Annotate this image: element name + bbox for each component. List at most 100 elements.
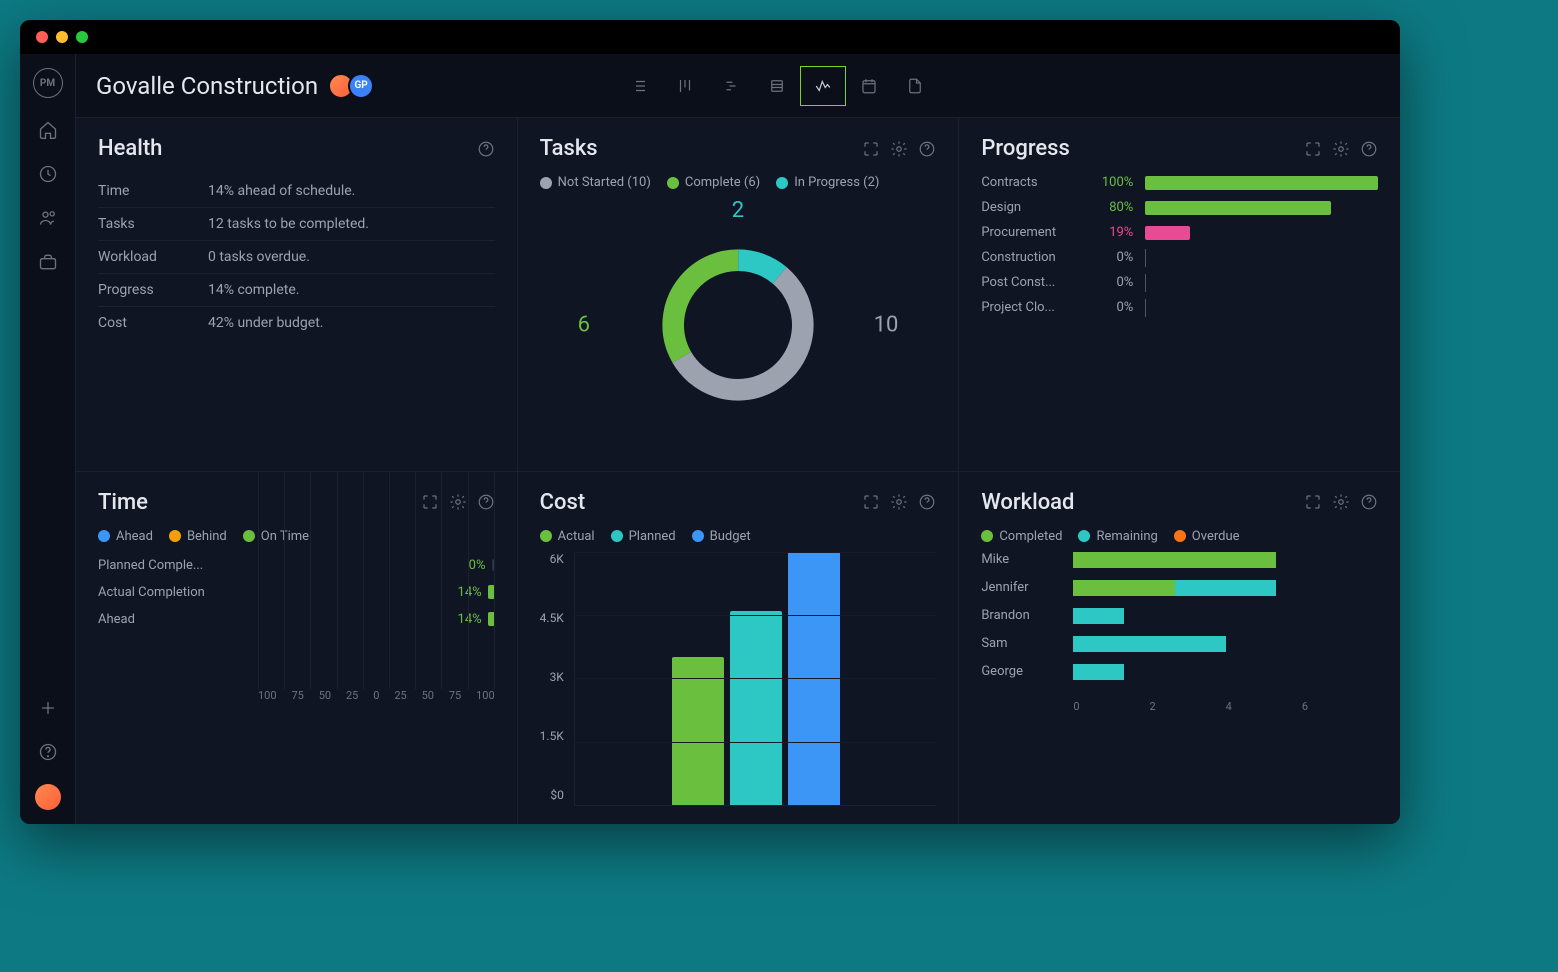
gear-icon[interactable] xyxy=(890,140,908,158)
panel-workload: Workload Completed Remaining Overdue xyxy=(959,472,1400,825)
time-label: Planned Comple... xyxy=(98,558,248,573)
app-logo[interactable]: PM xyxy=(33,68,63,98)
legend-item: Budget xyxy=(692,529,751,544)
health-label: Time xyxy=(98,183,208,199)
progress-percent: 0% xyxy=(1089,275,1133,290)
workload-bar xyxy=(1073,552,1378,568)
project-title: Govalle Construction xyxy=(96,72,318,100)
expand-icon[interactable] xyxy=(1304,140,1322,158)
help-icon[interactable] xyxy=(36,740,60,764)
legend-item: Complete (6) xyxy=(667,175,760,190)
gantt-view-icon[interactable] xyxy=(708,66,754,106)
health-value: 14% ahead of schedule. xyxy=(208,183,355,199)
health-label: Workload xyxy=(98,249,208,265)
legend-label: Budget xyxy=(710,529,751,544)
axis-tick: 6K xyxy=(550,552,564,566)
people-icon[interactable] xyxy=(36,206,60,230)
help-icon[interactable] xyxy=(477,493,495,511)
time-percent: 14% xyxy=(446,585,482,600)
help-icon[interactable] xyxy=(1360,493,1378,511)
legend-item: On Time xyxy=(243,529,309,544)
help-icon[interactable] xyxy=(477,140,495,158)
axis-tick: 50 xyxy=(319,689,331,702)
time-row: Ahead 14% xyxy=(98,612,495,627)
health-label: Progress xyxy=(98,282,208,298)
calendar-view-icon[interactable] xyxy=(846,66,892,106)
expand-icon[interactable] xyxy=(862,493,880,511)
legend-color-dot xyxy=(776,177,788,189)
gear-icon[interactable] xyxy=(890,493,908,511)
gear-icon[interactable] xyxy=(1332,493,1350,511)
minimize-window-button[interactable] xyxy=(56,31,68,43)
expand-icon[interactable] xyxy=(1304,493,1322,511)
maximize-window-button[interactable] xyxy=(76,31,88,43)
list-view-icon[interactable] xyxy=(616,66,662,106)
panel-title: Workload xyxy=(981,490,1074,515)
legend-label: Completed xyxy=(999,529,1062,544)
panel-title: Progress xyxy=(981,136,1070,161)
files-view-icon[interactable] xyxy=(892,66,938,106)
health-row: Cost 42% under budget. xyxy=(98,307,495,339)
top-bar: Govalle Construction GP xyxy=(76,54,1400,118)
progress-row: Contracts 100% xyxy=(981,175,1378,190)
axis-tick: 100 xyxy=(476,689,495,702)
dashboard-view-icon[interactable] xyxy=(800,66,846,106)
legend-color-dot xyxy=(540,530,552,542)
panel-progress: Progress Contracts 100% Design 80% Procu… xyxy=(959,118,1400,471)
expand-icon[interactable] xyxy=(421,493,439,511)
member-avatars[interactable]: GP xyxy=(334,73,374,99)
time-row: Planned Comple... 0% | xyxy=(98,558,495,573)
view-switcher xyxy=(616,66,938,106)
progress-row: Procurement 19% xyxy=(981,225,1378,240)
legend-label: Behind xyxy=(187,529,227,544)
time-label: Ahead xyxy=(98,612,248,627)
sheet-view-icon[interactable] xyxy=(754,66,800,106)
axis-tick: 0 xyxy=(1073,700,1149,713)
legend-color-dot xyxy=(667,177,679,189)
axis-tick: 1.5K xyxy=(540,729,564,743)
home-icon[interactable] xyxy=(36,118,60,142)
workload-row: Brandon xyxy=(981,608,1378,624)
health-label: Tasks xyxy=(98,216,208,232)
health-value: 0 tasks overdue. xyxy=(208,249,310,265)
progress-label: Procurement xyxy=(981,225,1077,240)
workload-segment xyxy=(1073,580,1175,596)
progress-percent: 100% xyxy=(1089,175,1133,190)
user-avatar[interactable] xyxy=(35,784,61,810)
add-icon[interactable] xyxy=(36,696,60,720)
progress-bar xyxy=(1145,226,1378,240)
help-icon[interactable] xyxy=(918,493,936,511)
briefcase-icon[interactable] xyxy=(36,250,60,274)
axis-tick: 75 xyxy=(291,689,303,702)
progress-percent: 0% xyxy=(1089,300,1133,315)
legend-color-dot xyxy=(98,530,110,542)
progress-percent: 80% xyxy=(1089,200,1133,215)
legend-item: Ahead xyxy=(98,529,153,544)
legend-item: Behind xyxy=(169,529,227,544)
clock-icon[interactable] xyxy=(36,162,60,186)
board-view-icon[interactable] xyxy=(662,66,708,106)
progress-label: Project Clo... xyxy=(981,300,1077,315)
progress-row: Construction 0% xyxy=(981,250,1378,265)
progress-bar xyxy=(1145,176,1378,190)
workload-segment xyxy=(1073,608,1124,624)
help-icon[interactable] xyxy=(1360,140,1378,158)
expand-icon[interactable] xyxy=(862,140,880,158)
panel-title: Cost xyxy=(540,490,586,515)
gear-icon[interactable] xyxy=(449,493,467,511)
donut-value-complete: 6 xyxy=(578,313,590,338)
close-window-button[interactable] xyxy=(36,31,48,43)
progress-label: Contracts xyxy=(981,175,1077,190)
legend-label: On Time xyxy=(261,529,309,544)
progress-row: Design 80% xyxy=(981,200,1378,215)
axis-tick: 4 xyxy=(1226,700,1302,713)
legend-item: Planned xyxy=(611,529,676,544)
legend-color-dot xyxy=(611,530,623,542)
progress-percent: 19% xyxy=(1089,225,1133,240)
progress-row: Post Const... 0% xyxy=(981,275,1378,290)
left-sidebar: PM xyxy=(20,54,76,824)
axis-tick: 25 xyxy=(346,689,358,702)
gear-icon[interactable] xyxy=(1332,140,1350,158)
help-icon[interactable] xyxy=(918,140,936,158)
workload-row: George xyxy=(981,664,1378,680)
